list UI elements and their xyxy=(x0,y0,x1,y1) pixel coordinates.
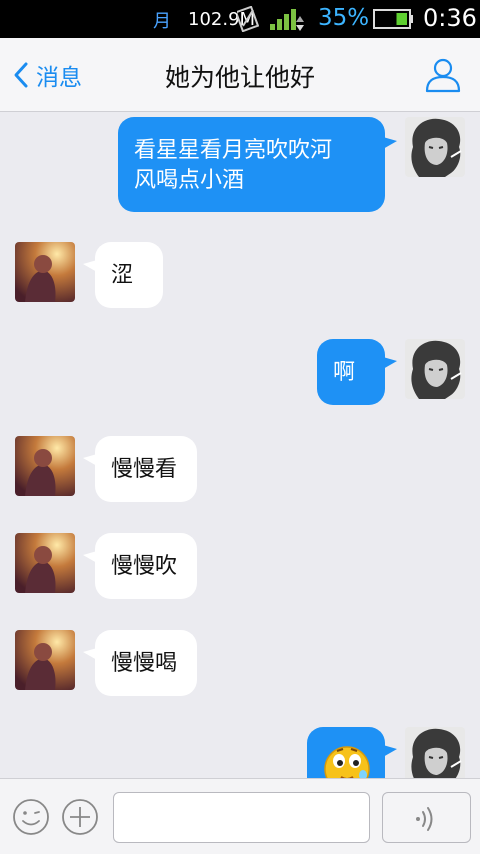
outgoing-message-bubble[interactable]: 啊 xyxy=(317,339,385,405)
message-text-line: 看星星看月亮吹吹河 xyxy=(134,138,333,163)
incoming-message-bubble[interactable]: 涩 xyxy=(95,242,163,308)
contact-avatar[interactable] xyxy=(15,436,75,496)
contact-avatar[interactable] xyxy=(15,533,75,593)
network-speed-icon xyxy=(237,6,259,32)
battery-percent: 35% xyxy=(318,5,370,31)
chat-message-list[interactable]: 看星星看月亮吹吹河 风喝点小酒 涩 啊 慢慢看 慢慢吹 慢慢喝 xyxy=(0,113,480,778)
contact-avatar[interactable] xyxy=(15,242,75,302)
message-input[interactable] xyxy=(113,792,370,843)
bubble-tail xyxy=(383,137,397,149)
signal-icon xyxy=(270,9,304,31)
bubble-tail xyxy=(383,745,397,757)
outgoing-message-bubble[interactable]: 看星星看月亮吹吹河 风喝点小酒 xyxy=(118,117,385,212)
contact-profile-icon[interactable] xyxy=(424,56,462,94)
outgoing-message-bubble[interactable] xyxy=(307,727,385,778)
incoming-message-bubble[interactable]: 慢慢看 xyxy=(95,436,197,502)
message-input-bar xyxy=(0,778,480,854)
battery-icon xyxy=(373,9,413,29)
incoming-message-bubble[interactable]: 慢慢喝 xyxy=(95,630,197,696)
clock: 0:36 xyxy=(423,4,477,32)
chat-header: 消息 她为他让他好 xyxy=(0,38,480,112)
my-avatar[interactable] xyxy=(405,727,465,778)
my-avatar[interactable] xyxy=(405,339,465,399)
incoming-message-bubble[interactable]: 慢慢吹 xyxy=(95,533,197,599)
bubble-tail xyxy=(383,357,397,369)
emoji-icon[interactable] xyxy=(12,798,50,836)
plus-icon[interactable] xyxy=(61,798,99,836)
voice-icon xyxy=(416,807,433,831)
message-text-line: 风喝点小酒 xyxy=(134,168,245,193)
moon-icon: 月 xyxy=(153,11,171,32)
drooling-face-emoji xyxy=(324,746,370,778)
my-avatar[interactable] xyxy=(405,117,465,177)
page-title: 她为他让他好 xyxy=(164,63,315,92)
status-bar: 月 102.9M 35% 0:36 xyxy=(0,0,480,38)
voice-button[interactable] xyxy=(382,792,471,843)
contact-avatar[interactable] xyxy=(15,630,75,690)
